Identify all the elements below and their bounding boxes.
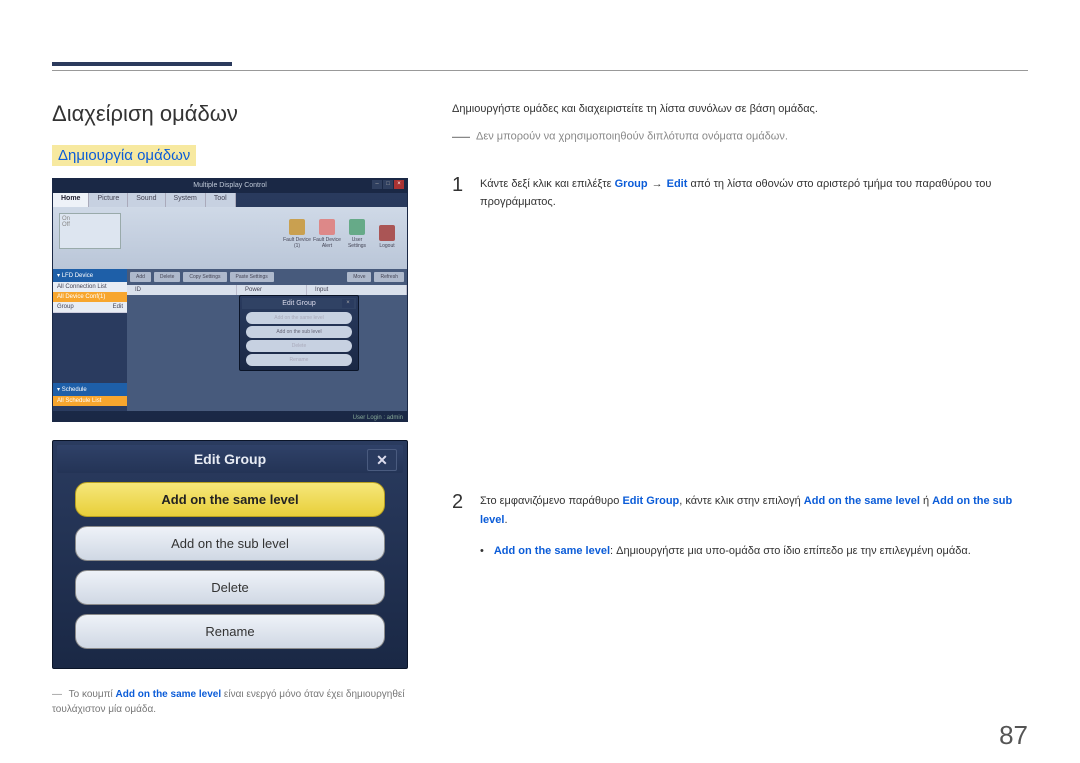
sidebar-group-row[interactable]: Group Edit <box>53 302 127 313</box>
sidebar-schedule-list[interactable]: All Schedule List <box>53 396 127 406</box>
th-power: Power <box>237 285 307 295</box>
tab-home[interactable]: Home <box>53 193 89 207</box>
sidebar-conn-list[interactable]: All Connection List <box>53 282 127 292</box>
note-text: ―Δεν μπορούν να χρησιμοποιηθούν διπλότυπ… <box>452 126 1028 147</box>
edit-group-popup: Edit Group × Add on the same level Add o… <box>239 295 359 371</box>
toolbar-move[interactable]: Move <box>347 272 371 282</box>
section-subheading: Δημιουργία ομάδων <box>52 145 196 166</box>
toolbar-delete[interactable]: Delete <box>154 272 180 282</box>
ribbon-tabs: Home Picture Sound System Tool <box>53 193 407 207</box>
fault-device-icon[interactable]: Fault Device (1) <box>283 211 311 251</box>
status-bar: User Login : admin <box>353 415 403 421</box>
close-icon[interactable]: × <box>394 180 404 189</box>
popup-add-sub-level[interactable]: Add on the sub level <box>246 326 352 338</box>
step-1-body: Κάντε δεξί κλικ και επιλέξτε Group→Edit … <box>480 175 1028 212</box>
sidebar-schedule-header[interactable]: ▾ Schedule <box>53 383 127 396</box>
sidebar-lfd-header[interactable]: ▾ LFD Device <box>53 269 127 282</box>
step-2-bullet: • Add on the same level: Δημιουργήστε μι… <box>480 543 1028 561</box>
toolbar-refresh[interactable]: Refresh <box>374 272 404 282</box>
window-controls: – □ × <box>372 180 404 189</box>
th-input: Input <box>307 285 407 295</box>
footnote: ― Το κουμπί Add on the same level είναι … <box>52 687 422 717</box>
step-1: 1 Κάντε δεξί κλικ και επιλέξτε Group→Edi… <box>452 175 1028 212</box>
step-2: 2 Στο εμφανιζόμενο παράθυρο Edit Group, … <box>452 492 1028 529</box>
sidebar-all-devices[interactable]: All Device Conf(1) <box>53 292 127 302</box>
fault-alert-icon[interactable]: Fault Device Alert <box>313 211 341 251</box>
popup-close-icon[interactable]: × <box>342 299 354 308</box>
toolbar-add[interactable]: Add <box>130 272 151 282</box>
minimize-icon[interactable]: – <box>372 180 382 189</box>
sidebar: ▾ LFD Device All Connection List All Dev… <box>53 269 127 411</box>
popup-add-same-level[interactable]: Add on the same level <box>246 312 352 324</box>
toolbar-copy-settings[interactable]: Copy Settings <box>183 272 226 282</box>
popup-delete[interactable]: Delete <box>246 340 352 352</box>
dialog-title: Edit Group ✕ <box>57 445 403 473</box>
logout-icon[interactable]: Logout <box>373 211 401 251</box>
dialog-close-button[interactable]: ✕ <box>367 449 397 471</box>
sidebar-group-label: Group <box>57 304 74 310</box>
screenshot-app-window: Multiple Display Control – □ × Home Pict… <box>52 178 408 422</box>
tab-system[interactable]: System <box>166 193 206 207</box>
intro-text: Δημιουργήστε ομάδες και διαχειριστείτε τ… <box>452 101 1028 118</box>
toolbar-paste-settings[interactable]: Paste Settings <box>230 272 274 282</box>
on-off-panel: On Off <box>59 213 121 249</box>
window-titlebar: Multiple Display Control – □ × <box>53 179 407 193</box>
header-accent-bar <box>52 62 232 66</box>
maximize-icon[interactable]: □ <box>383 180 393 189</box>
tab-picture[interactable]: Picture <box>89 193 128 207</box>
step-2-number: 2 <box>452 492 466 529</box>
btn-rename[interactable]: Rename <box>75 614 385 649</box>
window-title: Multiple Display Control <box>193 182 267 189</box>
popup-title: Edit Group × <box>242 298 356 309</box>
popup-rename[interactable]: Rename <box>246 354 352 366</box>
btn-add-sub-level[interactable]: Add on the sub level <box>75 526 385 561</box>
th-id: ID <box>127 285 237 295</box>
tab-sound[interactable]: Sound <box>128 193 165 207</box>
tab-tool[interactable]: Tool <box>206 193 236 207</box>
off-button[interactable]: Off <box>62 222 118 228</box>
user-settings-icon[interactable]: User Settings <box>343 211 371 251</box>
btn-add-same-level[interactable]: Add on the same level <box>75 482 385 517</box>
page-number: 87 <box>999 720 1028 751</box>
page-heading: Διαχείριση ομάδων <box>52 101 422 127</box>
screenshot-edit-group-dialog: Edit Group ✕ Add on the same level Add o… <box>52 440 408 669</box>
step-1-number: 1 <box>452 175 466 212</box>
btn-delete[interactable]: Delete <box>75 570 385 605</box>
header-divider <box>52 70 1028 71</box>
main-panel: Add Delete Copy Settings Paste Settings … <box>127 269 407 411</box>
step-2-body: Στο εμφανιζόμενο παράθυρο Edit Group, κά… <box>480 492 1028 529</box>
sidebar-edit-label: Edit <box>113 304 123 310</box>
